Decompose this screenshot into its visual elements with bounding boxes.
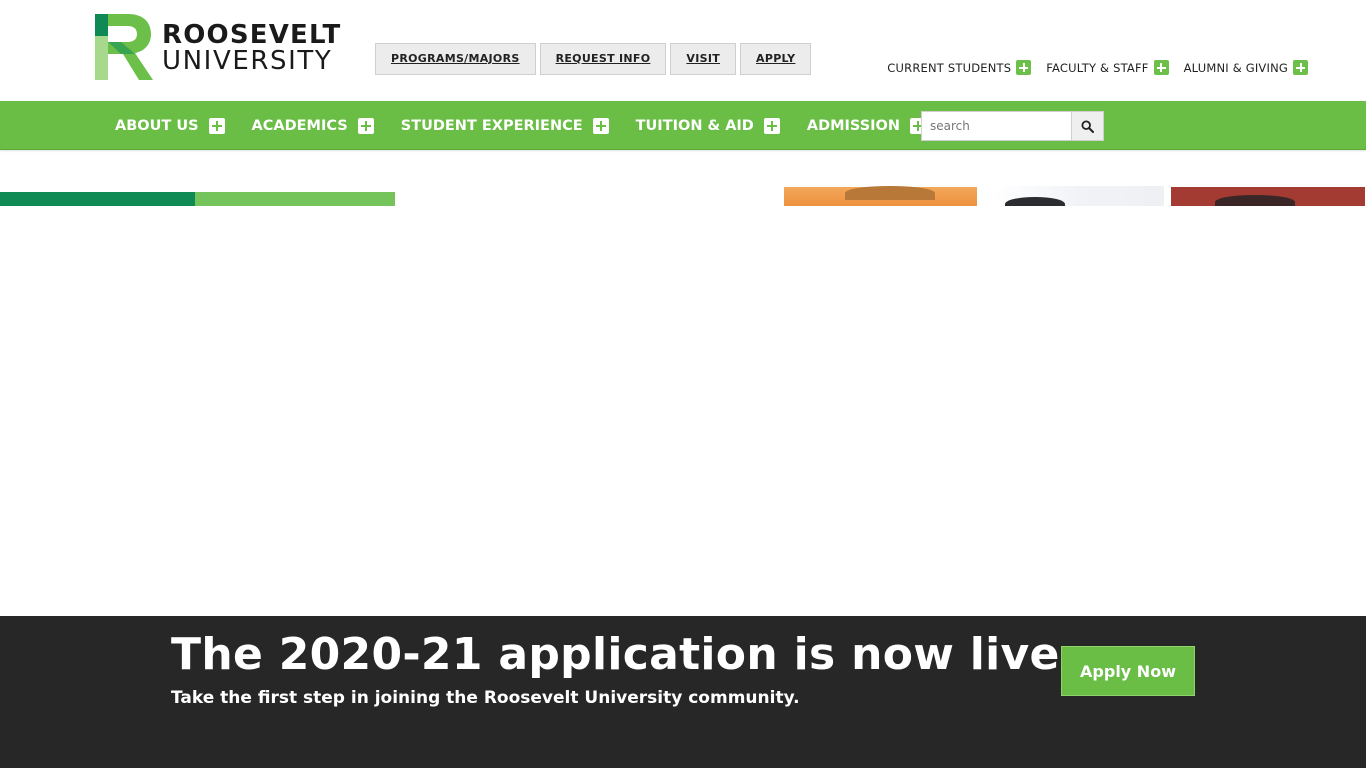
audience-links: CURRENT STUDENTS FACULTY & STAFF ALUMNI …	[887, 60, 1308, 75]
plus-icon[interactable]	[1293, 60, 1308, 75]
r-logo-icon	[95, 14, 153, 80]
nav-item-label: TUITION & AID	[635, 117, 754, 134]
nav-item-label: ACADEMICS	[251, 117, 348, 134]
logo-line-university: UNIVERSITY	[162, 46, 333, 76]
nav-item-label: STUDENT EXPERIENCE	[400, 117, 583, 134]
banner-title: The 2020-21 application is now live	[171, 629, 1060, 680]
request-info-link[interactable]: REQUEST INFO	[539, 43, 667, 75]
apply-link[interactable]: APPLY	[740, 43, 812, 75]
hero-photo-3-detail	[1215, 195, 1295, 206]
application-banner: The 2020-21 application is now live Take…	[0, 616, 1366, 768]
faculty-staff-link[interactable]: FACULTY & STAFF	[1046, 60, 1169, 75]
plus-icon[interactable]	[592, 117, 609, 134]
search-form	[921, 111, 1104, 141]
faculty-staff-label: FACULTY & STAFF	[1046, 60, 1149, 75]
top-header: ROOSEVELT UNIVERSITY PROGRAMS/MAJORS REQ…	[0, 0, 1366, 101]
hero-photo-1-detail	[845, 186, 935, 200]
nav-item-about-us[interactable]: ABOUT US	[115, 117, 225, 134]
plus-icon[interactable]	[763, 117, 780, 134]
nav-item-academics[interactable]: ACADEMICS	[251, 117, 374, 134]
plus-icon[interactable]	[1153, 60, 1169, 75]
hero-stripe-dark	[0, 192, 195, 206]
banner-subtitle: Take the first step in joining the Roose…	[171, 688, 800, 708]
nav-item-admission[interactable]: ADMISSION	[806, 117, 927, 134]
main-nav: ABOUT US ACADEMICS STUDENT EXPERIENCE TU…	[0, 101, 1366, 150]
search-input[interactable]	[921, 111, 1071, 141]
hero-photo-2-detail	[1005, 197, 1065, 206]
programs-majors-link[interactable]: PROGRAMS/MAJORS	[375, 43, 536, 75]
main-nav-items: ABOUT US ACADEMICS STUDENT EXPERIENCE TU…	[115, 101, 953, 150]
plus-icon[interactable]	[357, 117, 374, 134]
quick-links: PROGRAMS/MAJORS REQUEST INFO VISIT APPLY	[375, 43, 812, 75]
alumni-giving-link[interactable]: ALUMNI & GIVING	[1184, 60, 1308, 75]
nav-item-label: ADMISSION	[806, 117, 901, 134]
plus-icon[interactable]	[1016, 60, 1032, 75]
nav-item-label: ABOUT US	[115, 117, 199, 134]
plus-icon[interactable]	[208, 117, 225, 134]
visit-link[interactable]: VISIT	[670, 43, 737, 75]
current-students-link[interactable]: CURRENT STUDENTS	[887, 60, 1032, 75]
nav-item-student-experience[interactable]: STUDENT EXPERIENCE	[400, 117, 609, 134]
logo-wordmark: ROOSEVELT UNIVERSITY	[162, 20, 341, 74]
hero-carousel: ​	[0, 186, 1366, 206]
search-icon	[1081, 119, 1094, 133]
apply-now-button[interactable]: Apply Now	[1061, 646, 1195, 696]
search-button[interactable]	[1071, 111, 1104, 141]
hero-stripe-light	[195, 192, 395, 206]
current-students-label: CURRENT STUDENTS	[887, 60, 1012, 75]
university-logo-link[interactable]: ROOSEVELT UNIVERSITY	[95, 14, 350, 82]
nav-item-tuition-aid[interactable]: TUITION & AID	[635, 117, 780, 134]
alumni-giving-label: ALUMNI & GIVING	[1183, 60, 1288, 75]
